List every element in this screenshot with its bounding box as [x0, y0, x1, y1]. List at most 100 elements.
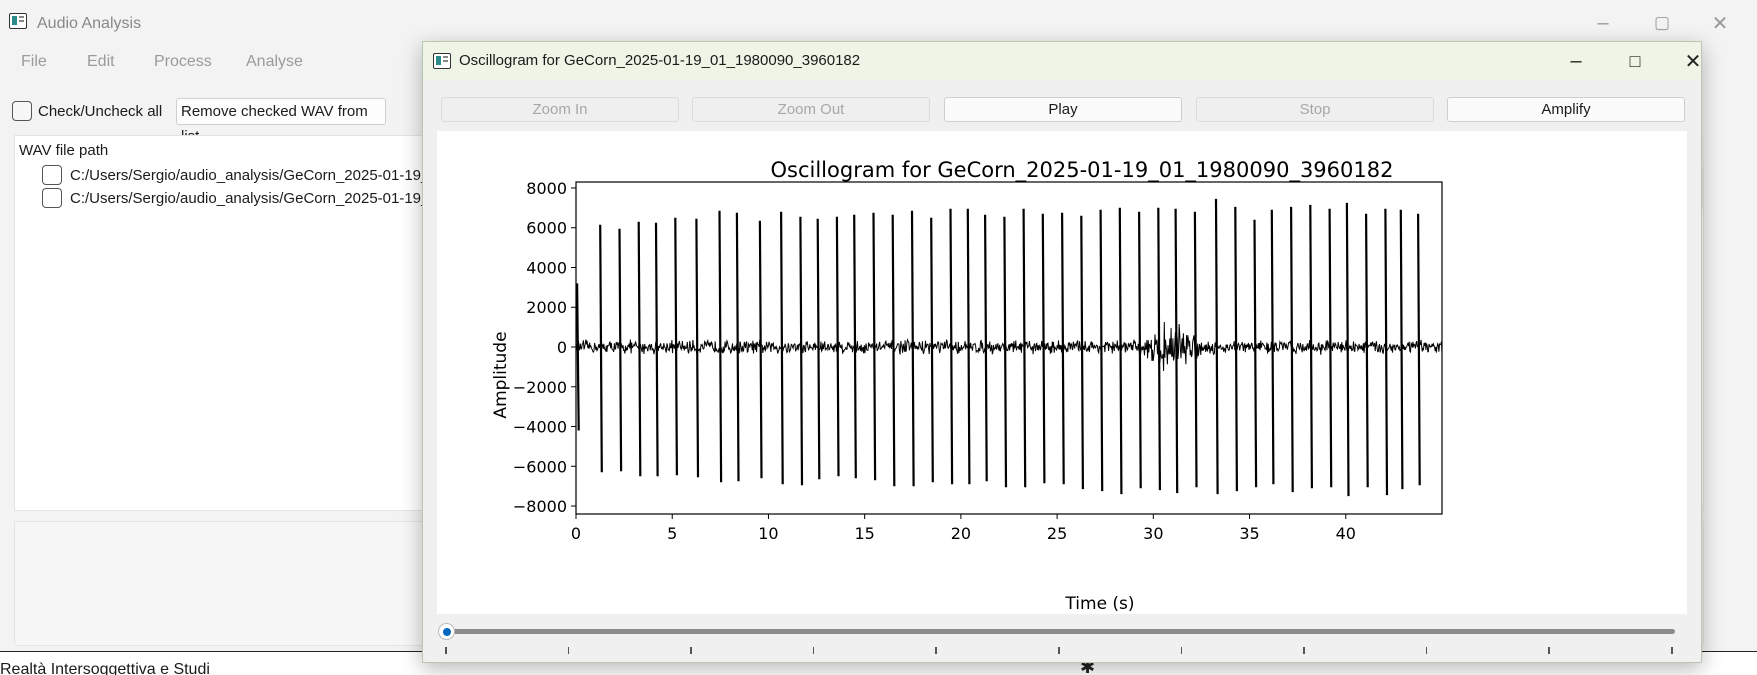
y-axis: 8000 6000 4000 2000 0 −2000 −4000 −6000 −8000 [513, 179, 576, 516]
remove-checked-button[interactable]: Remove checked WAV from list [176, 98, 386, 145]
y-tick-label: −6000 [513, 457, 567, 476]
file-path: C:/Users/Sergio/audio_analysis/GeCorn_20… [70, 190, 438, 207]
x-tick-label: 20 [951, 524, 971, 543]
waveform-pulse [949, 208, 954, 485]
waveform-pulse [1099, 209, 1104, 492]
menu-edit[interactable]: Edit [87, 53, 115, 71]
waveform [575, 198, 1443, 497]
main-window-title: Audio Analysis [37, 15, 142, 32]
file-checkbox[interactable] [42, 165, 62, 185]
waveform-pulse [1214, 198, 1219, 495]
waveform-pulse [718, 210, 723, 483]
x-tick-label: 15 [854, 524, 874, 543]
minimize-icon[interactable]: – [1553, 46, 1599, 76]
waveform-pulse [966, 208, 971, 485]
background-text: Realtà Intersoggettiva e Studi [0, 661, 210, 675]
zoom-out-button[interactable]: Zoom Out [692, 97, 930, 122]
oscillogram-plot: Oscillogram for GeCorn_2025-01-19_01_198… [437, 131, 1687, 614]
maximize-icon[interactable]: ▢ [1639, 8, 1685, 38]
list-item[interactable]: C:/Users/Sergio/audio_analysis/GeCorn_20… [30, 164, 438, 186]
waveform-pulse [1041, 213, 1046, 484]
waveform-pulse [735, 212, 740, 482]
x-tick-label: 25 [1047, 524, 1067, 543]
waveform-pulse [1270, 209, 1275, 485]
y-tick-label: 4000 [526, 258, 567, 277]
check-all-checkbox[interactable] [12, 101, 32, 121]
oscillogram-chart: Oscillogram for GeCorn_2025-01-19_01_198… [491, 158, 1443, 614]
close-icon[interactable]: ✕ [1697, 8, 1743, 38]
y-tick-label: 6000 [526, 219, 567, 238]
waveform-pulse [1118, 207, 1123, 495]
waveform-pulse [891, 214, 896, 487]
slider-handle[interactable] [438, 623, 455, 640]
waveform-pulse [1399, 209, 1404, 490]
slider-tick [1180, 647, 1183, 654]
waveform-pulse [835, 216, 840, 477]
waveform-pulse [1174, 208, 1179, 494]
y-tick-label: −4000 [513, 418, 567, 437]
waveform-pulse [1061, 212, 1065, 485]
menu-analyse[interactable]: Analyse [246, 53, 303, 71]
waveform-pulse [758, 220, 763, 479]
minimize-icon[interactable]: – [1580, 8, 1626, 38]
waveform-pulse [1022, 208, 1027, 488]
playback-slider[interactable] [435, 620, 1685, 656]
y-tick-label: −2000 [513, 378, 567, 397]
play-button[interactable]: Play [944, 97, 1182, 122]
slider-tick [1671, 647, 1673, 654]
waveform-pulse [930, 217, 934, 483]
zoom-in-button[interactable]: Zoom In [441, 97, 679, 122]
chart-title: Oscillogram for GeCorn_2025-01-19_01_198… [771, 158, 1394, 183]
waveform-pulse [1003, 216, 1008, 488]
close-icon[interactable]: ✕ [1670, 46, 1716, 76]
waveform-pulse [1157, 207, 1161, 491]
check-all-label: Check/Uncheck all [38, 103, 163, 120]
slider-track[interactable] [447, 629, 1675, 634]
waveform-pulse [1234, 206, 1238, 492]
waveform-pulse [1345, 202, 1350, 497]
waveform-pulse [695, 218, 700, 478]
waveform-pulse [1253, 219, 1258, 488]
slider-tick [1548, 647, 1550, 654]
waveform-pulse [637, 221, 642, 477]
waveform-pulse [654, 222, 659, 477]
app-icon [9, 13, 27, 29]
list-item[interactable]: C:/Users/Sergio/audio_analysis/GeCorn_20… [30, 187, 438, 209]
waveform-pulse [872, 212, 877, 481]
waveform-pulse [1328, 208, 1333, 488]
y-tick-label: −8000 [513, 497, 567, 516]
maximize-icon[interactable]: □ [1612, 46, 1658, 76]
waveform-pulse [910, 210, 915, 487]
main-titlebar: Audio Analysis – ▢ ✕ [0, 0, 1757, 46]
x-tick-label: 30 [1143, 524, 1163, 543]
menu-process[interactable]: Process [154, 53, 212, 71]
oscillogram-titlebar[interactable]: Oscillogram for GeCorn_2025-01-19_01_198… [423, 42, 1701, 80]
slider-tick [1303, 647, 1305, 654]
waveform-pulse [576, 283, 580, 431]
y-axis-label: Amplitude [491, 331, 511, 418]
amplify-button[interactable]: Amplify [1447, 97, 1685, 122]
waveform-pulse [816, 218, 821, 480]
x-tick-label: 35 [1239, 524, 1259, 543]
oscillogram-window-title: Oscillogram for GeCorn_2025-01-19_01_198… [459, 52, 861, 69]
stop-button[interactable]: Stop [1196, 97, 1434, 122]
slider-tick [812, 647, 815, 654]
waveform-pulse [1080, 215, 1084, 490]
slider-tick [1425, 647, 1428, 654]
x-tick-label: 10 [758, 524, 778, 543]
slider-tick [690, 647, 692, 654]
waveform-pulse [780, 211, 784, 485]
oscillogram-window: Oscillogram for GeCorn_2025-01-19_01_198… [422, 41, 1702, 663]
slider-tick [1058, 647, 1060, 654]
x-axis-label: Time (s) [1064, 594, 1134, 614]
file-checkbox[interactable] [42, 188, 62, 208]
y-tick-label: 2000 [526, 298, 567, 317]
x-axis: 0 5 10 15 20 25 30 35 40 [571, 514, 1356, 543]
waveform-pulse [984, 214, 988, 482]
x-tick-label: 40 [1336, 524, 1356, 543]
slider-tick [567, 647, 570, 654]
slider-tick [445, 647, 447, 654]
slider-tick [935, 647, 937, 654]
waveform-pulse [618, 228, 623, 472]
menu-file[interactable]: File [21, 53, 47, 71]
